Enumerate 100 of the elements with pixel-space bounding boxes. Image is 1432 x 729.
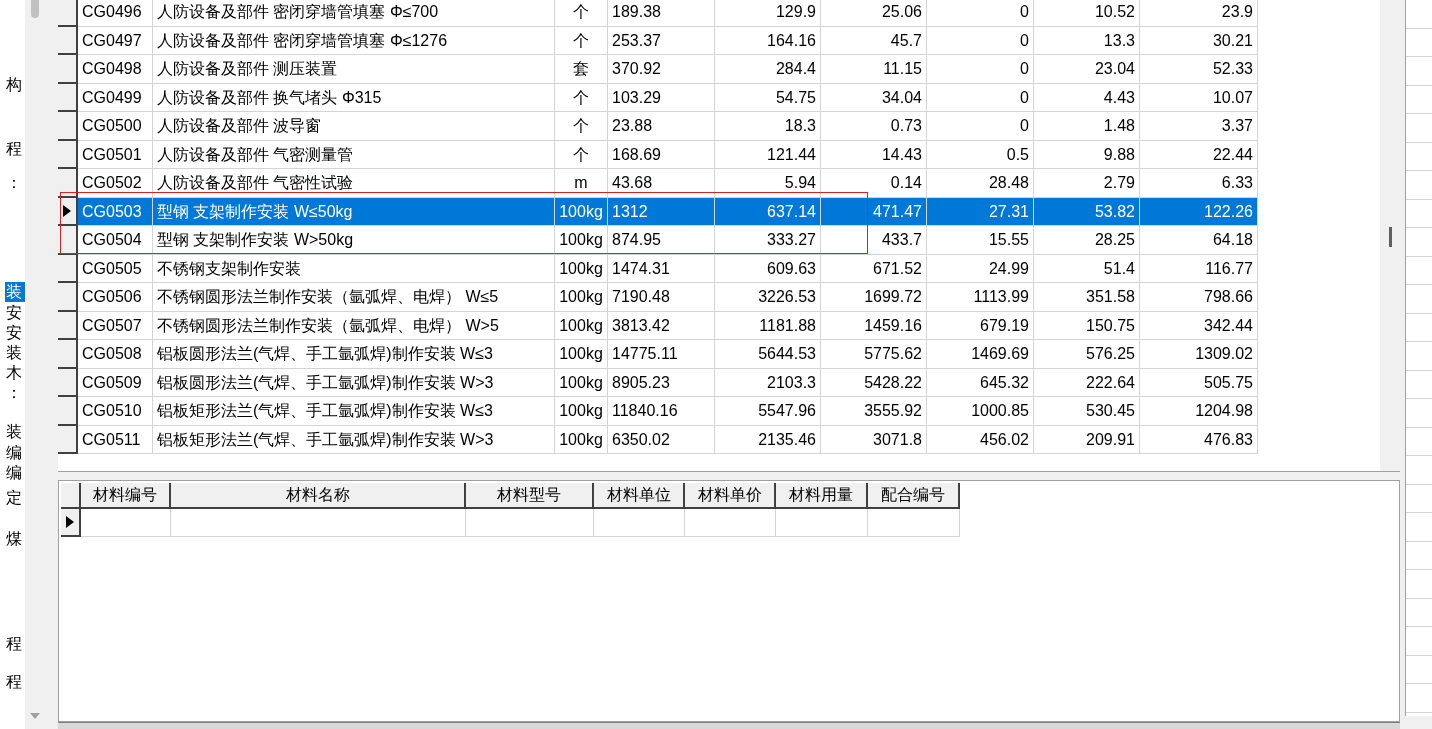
table-row[interactable]: CG0506 不锈钢圆形法兰制作安装（氩弧焊、电焊） W≤5 100kg 7190.48 3226.53 1699.72 1113.99 351.58 798.66 (58, 283, 1258, 312)
row-header[interactable] (58, 425, 78, 454)
column-header[interactable]: 材料名称 (171, 483, 466, 509)
tree-item[interactable]: ： (5, 383, 25, 403)
table-cell: 3555.92 (821, 397, 927, 426)
tree-item[interactable]: 构 (5, 75, 25, 95)
table-row[interactable]: CG0509 铝板圆形法兰(气焊、手工氩弧焊)制作安装 W>3 100kg 8905.23 2103.3 5428.22 645.32 222.64 505.75 (58, 368, 1258, 397)
tree-item[interactable]: 程 (5, 139, 25, 159)
table-cell: 284.4 (715, 55, 821, 84)
table-row[interactable]: CG0499 人防设备及部件 换气堵头 Φ315 个 103.29 54.75 34.04 0 4.43 10.07 (58, 83, 1258, 112)
row-header[interactable] (58, 254, 78, 283)
column-header[interactable]: 材料型号 (466, 483, 594, 509)
table-cell: 0 (927, 55, 1034, 84)
table-row[interactable]: CG0510 铝板矩形法兰(气焊、手工氩弧焊)制作安装 W≤3 100kg 11840.16 5547.96 3555.92 1000.85 530.45 1204.98 (58, 397, 1258, 426)
column-header[interactable]: 配合编号 (868, 483, 960, 509)
row-header[interactable] (58, 283, 78, 312)
table-cell: 0.73 (821, 112, 927, 141)
tree-item[interactable]: ： (5, 173, 25, 193)
table-cell: 0 (927, 0, 1034, 27)
table-cell: 798.66 (1140, 283, 1258, 312)
table-row[interactable]: CG0500 人防设备及部件 波导窗 个 23.88 18.3 0.73 0 1.48 3.37 (58, 112, 1258, 141)
tree-item[interactable]: 定 (5, 488, 25, 508)
table-cell: 14775.11 (608, 340, 715, 369)
table-cell: 100kg (555, 226, 608, 255)
tree-item[interactable]: 编 (5, 443, 25, 463)
table-row[interactable]: CG0496 人防设备及部件 密闭穿墙管填塞 Φ≤700 个 189.38 129.9 25.06 0 10.52 23.9 (58, 0, 1258, 27)
table-cell: 0.14 (821, 169, 927, 198)
table-cell: 3.37 (1140, 112, 1258, 141)
table-cell: 100kg (555, 283, 608, 312)
table-cell: CG0496 (78, 0, 153, 27)
table-cell: 个 (555, 0, 608, 27)
table-cell: 人防设备及部件 密闭穿墙管填塞 Φ≤700 (153, 0, 555, 27)
row-header[interactable] (58, 55, 78, 84)
table-row[interactable]: CG0497 人防设备及部件 密闭穿墙管填塞 Φ≤1276 个 253.37 164.16 45.7 0 13.3 30.21 (58, 26, 1258, 55)
scrollbar-thumb[interactable] (1388, 227, 1392, 247)
table-cell: 209.91 (1034, 425, 1140, 454)
column-header[interactable]: 材料单价 (685, 483, 776, 509)
row-header[interactable] (58, 397, 78, 426)
column-header[interactable]: 材料编号 (81, 483, 171, 509)
table-cell: 0 (927, 112, 1034, 141)
table-cell: 1000.85 (927, 397, 1034, 426)
table-cell: 6350.02 (608, 425, 715, 454)
tree-item[interactable]: 装 (5, 422, 25, 442)
table-cell: 874.95 (608, 226, 715, 255)
table-cell: 23.04 (1034, 55, 1140, 84)
table-cell: 个 (555, 112, 608, 141)
row-header[interactable] (58, 169, 78, 198)
tree-item[interactable]: 装 (5, 282, 25, 302)
table-cell: 2135.46 (715, 425, 821, 454)
table-row[interactable]: CG0511 铝板矩形法兰(气焊、手工氩弧焊)制作安装 W>3 100kg 6350.02 2135.46 3071.8 456.02 209.91 476.83 (58, 425, 1258, 454)
corner-header (61, 483, 81, 509)
table-row[interactable]: CG0505 不锈钢支架制作安装 100kg 1474.31 609.63 671.52 24.99 51.4 116.77 (58, 254, 1258, 283)
table-cell: 5.94 (715, 169, 821, 198)
table-row[interactable]: CG0507 不锈钢圆形法兰制作安装（氩弧焊、电焊） W>5 100kg 3813.42 1181.88 1459.16 679.19 150.75 342.44 (58, 311, 1258, 340)
table-cell: 5775.62 (821, 340, 927, 369)
tree-item[interactable]: 编 (5, 463, 25, 483)
column-header[interactable]: 材料单位 (594, 483, 685, 509)
tree-item[interactable]: 木 (5, 363, 25, 383)
tree-item[interactable]: 安 (5, 303, 25, 323)
table-cell: 3071.8 (821, 425, 927, 454)
tree-item[interactable]: 煤 (5, 529, 25, 549)
table-cell: 189.38 (608, 0, 715, 27)
table-row[interactable]: CG0508 铝板圆形法兰(气焊、手工氩弧焊)制作安装 W≤3 100kg 14775.11 5644.53 5775.62 1469.69 576.25 1309.02 (58, 340, 1258, 369)
row-header[interactable] (58, 83, 78, 112)
row-header[interactable] (58, 340, 78, 369)
table-cell: 铝板圆形法兰(气焊、手工氩弧焊)制作安装 W≤3 (153, 340, 555, 369)
table-cell: 11.15 (821, 55, 927, 84)
tree-item[interactable]: 程 (5, 672, 25, 692)
tree-item[interactable]: 安 (5, 323, 25, 343)
row-header[interactable] (61, 509, 81, 537)
table-cell: 不锈钢圆形法兰制作安装（氩弧焊、电焊） W≤5 (153, 283, 555, 312)
table-cell: 23.9 (1140, 0, 1258, 27)
table-row[interactable]: CG0501 人防设备及部件 气密测量管 个 168.69 121.44 14.43 0.5 9.88 22.44 (58, 140, 1258, 169)
table-row[interactable]: CG0498 人防设备及部件 测压装置 套 370.92 284.4 11.15 0 23.04 52.33 (58, 55, 1258, 84)
table-cell: 25.06 (821, 0, 927, 27)
table-cell: 351.58 (1034, 283, 1140, 312)
table-cell: 1204.98 (1140, 397, 1258, 426)
table-cell: 530.45 (1034, 397, 1140, 426)
row-header[interactable] (58, 0, 78, 27)
row-header[interactable] (58, 140, 78, 169)
table-cell: 套 (555, 55, 608, 84)
table-row[interactable]: CG0502 人防设备及部件 气密性试验 m 43.68 5.94 0.14 28.48 2.79 6.33 (58, 169, 1258, 198)
row-header[interactable] (58, 26, 78, 55)
row-header[interactable] (58, 112, 78, 141)
current-row-icon (66, 516, 74, 528)
scrollbar-thumb[interactable] (31, 0, 39, 18)
tree-item[interactable]: 装 (5, 343, 25, 363)
table-cell: 129.9 (715, 0, 821, 27)
row-header[interactable] (58, 226, 78, 255)
table-cell: 18.3 (715, 112, 821, 141)
table-cell: 型钢 支架制作安装 W>50kg (153, 226, 555, 255)
table-cell: 人防设备及部件 气密性试验 (153, 169, 555, 198)
tree-item[interactable]: 程 (5, 634, 25, 654)
table-cell: CG0511 (78, 425, 153, 454)
table-row[interactable]: CG0504 型钢 支架制作安装 W>50kg 100kg 874.95 333.27 433.7 15.55 28.25 64.18 (58, 226, 1258, 255)
row-header[interactable] (58, 368, 78, 397)
row-header[interactable] (58, 311, 78, 340)
column-header[interactable]: 材料用量 (776, 483, 868, 509)
scrollbar[interactable] (1380, 0, 1400, 471)
table-row[interactable]: CG0503 型钢 支架制作安装 W≤50kg 100kg 1312 637.14 471.47 27.31 53.82 122.26 (58, 197, 1258, 226)
